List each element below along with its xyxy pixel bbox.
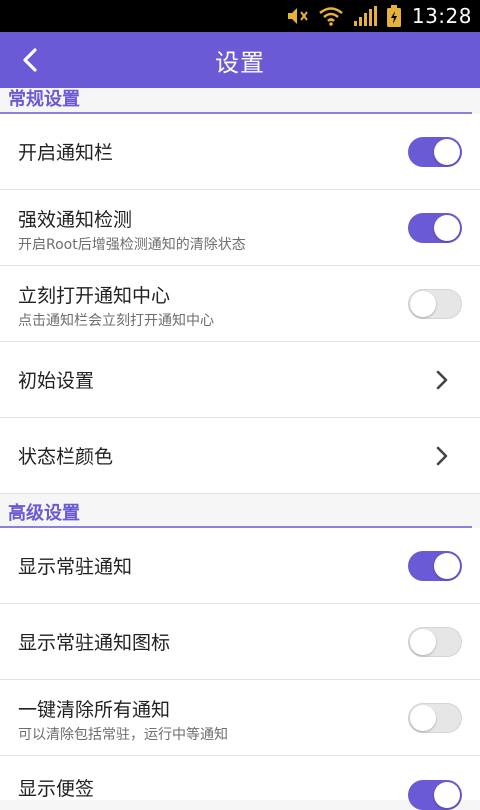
- chevron-right-icon: [436, 370, 448, 390]
- toggle-knob: [434, 215, 460, 241]
- toggle-switch[interactable]: [408, 289, 462, 319]
- setting-subtitle: 可以清除包括常驻，运行中等通知: [18, 727, 228, 743]
- battery-icon: [386, 5, 401, 27]
- setting-row-initial-settings[interactable]: 初始设置: [0, 342, 480, 418]
- app-bar: 设置: [0, 32, 480, 88]
- toggle-knob: [434, 553, 460, 579]
- setting-row-show-persistent-icon[interactable]: 显示常驻通知图标: [0, 604, 480, 680]
- setting-row-open-notification-bar[interactable]: 开启通知栏: [0, 114, 480, 190]
- back-arrow-icon: [23, 48, 37, 72]
- toggle-knob: [434, 782, 460, 808]
- setting-title: 显示常驻通知: [18, 556, 133, 578]
- section-header-general: 常规设置: [0, 88, 480, 114]
- setting-row-strong-detection[interactable]: 强效通知检测 开启Root后增强检测通知的清除状态: [0, 190, 480, 266]
- wifi-icon: [319, 7, 343, 26]
- toggle-switch[interactable]: [408, 137, 462, 167]
- setting-title: 强效通知检测: [18, 209, 133, 231]
- setting-subtitle: 点击通知栏会立刻打开通知中心: [18, 313, 214, 329]
- status-time: 13:28: [411, 4, 472, 28]
- setting-title: 立刻打开通知中心: [18, 285, 171, 307]
- back-button[interactable]: [6, 32, 54, 88]
- toggle-knob: [434, 139, 460, 165]
- toggle-knob: [410, 291, 436, 317]
- setting-row-open-center-immediately[interactable]: 立刻打开通知中心 点击通知栏会立刻打开通知中心: [0, 266, 480, 342]
- section-header-advanced: 高级设置: [0, 502, 480, 528]
- toggle-switch[interactable]: [408, 213, 462, 243]
- setting-row-show-persistent-notification[interactable]: 显示常驻通知: [0, 528, 480, 604]
- toggle-switch[interactable]: [408, 780, 462, 810]
- toggle-knob: [410, 629, 436, 655]
- setting-row-clear-all-notifications[interactable]: 一键清除所有通知 可以清除包括常驻，运行中等通知: [0, 680, 480, 756]
- setting-title: 显示常驻通知图标: [18, 632, 171, 654]
- toggle-switch[interactable]: [408, 551, 462, 581]
- mute-icon: [287, 8, 308, 24]
- setting-subtitle: 开启Root后增强检测通知的清除状态: [18, 237, 246, 253]
- setting-row-show-notes[interactable]: 显示便签: [0, 756, 480, 810]
- page-title: 设置: [215, 48, 265, 77]
- chevron-right-icon: [436, 446, 448, 466]
- status-bar: 13:28: [0, 0, 480, 32]
- setting-title: 状态栏颜色: [18, 446, 114, 468]
- section-label: 常规设置: [8, 89, 80, 110]
- toggle-switch[interactable]: [408, 627, 462, 657]
- section-label: 高级设置: [8, 503, 80, 524]
- setting-title: 显示便签: [18, 778, 95, 800]
- setting-title: 一键清除所有通知: [18, 699, 171, 721]
- setting-title: 开启通知栏: [18, 142, 114, 164]
- toggle-switch[interactable]: [408, 703, 462, 733]
- signal-icon: [353, 6, 377, 26]
- toggle-knob: [410, 705, 436, 731]
- setting-row-status-bar-color[interactable]: 状态栏颜色: [0, 418, 480, 494]
- setting-title: 初始设置: [18, 370, 95, 392]
